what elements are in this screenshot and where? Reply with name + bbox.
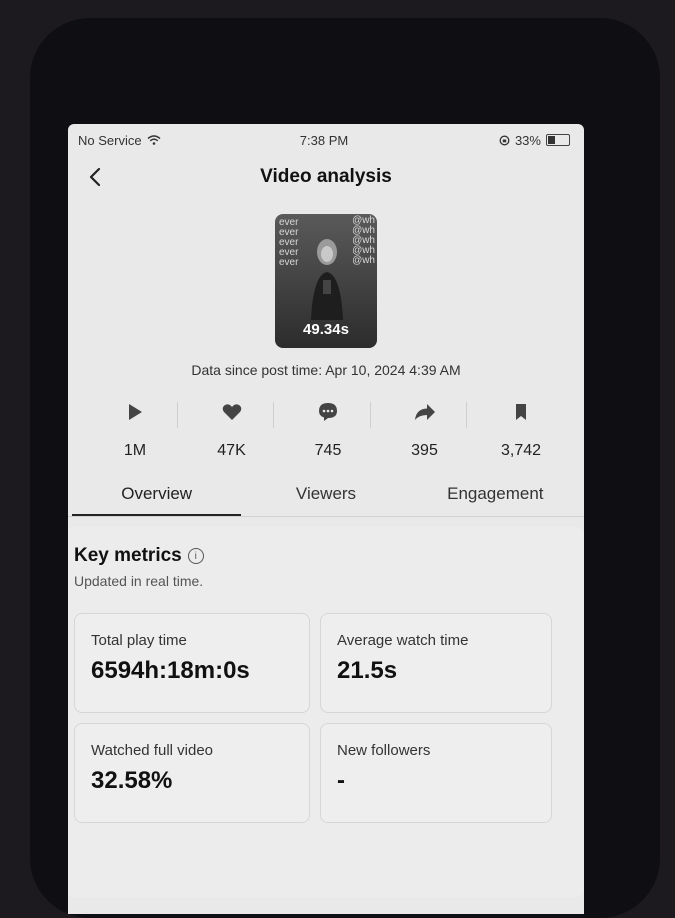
stat-saves: 3,742 <box>466 400 562 460</box>
status-time: 7:38 PM <box>299 132 349 148</box>
battery-percent: 33% <box>514 132 541 148</box>
stat-plays: 1M <box>94 400 176 460</box>
thumbnail-text-left: ever ever ever ever ever <box>279 217 299 268</box>
stat-value: 47K <box>217 442 246 459</box>
tab-engagement[interactable]: Engagement <box>411 484 580 516</box>
nav-bar: Video analysis <box>68 156 584 198</box>
stat-value: 395 <box>411 442 438 459</box>
stats-row: 1M 47K 745 395 3,742 <box>68 400 584 460</box>
key-metrics-header: Key metrics i <box>74 545 576 567</box>
video-thumbnail[interactable]: ever ever ever ever ever @wh @wh @wh @wh @wh 49.… <box>275 214 377 348</box>
metric-value: 6594h:18m:0s <box>91 657 250 684</box>
play-icon <box>129 404 142 420</box>
stat-value: 3,742 <box>500 442 542 459</box>
stat-value: 1M <box>123 442 147 459</box>
metric-new-followers[interactable]: New followers - <box>320 723 552 823</box>
key-metrics-title: Key metrics <box>74 545 182 566</box>
stat-value: 745 <box>314 442 342 459</box>
battery-icon <box>545 134 570 146</box>
orientation-lock-icon <box>499 135 510 145</box>
metric-label: Watched full video <box>91 742 214 759</box>
metric-label: New followers <box>337 742 431 759</box>
thumbnail-text-right: @wh @wh @wh @wh @wh <box>352 215 375 266</box>
stat-likes: 47K <box>176 400 273 460</box>
comment-icon <box>319 403 337 421</box>
tab-viewers[interactable]: Viewers <box>241 484 410 516</box>
metric-watched-full-video[interactable]: Watched full video 32.58% <box>74 723 310 823</box>
metric-value: - <box>337 767 345 794</box>
metrics-grid: Total play time 6594h:18m:0s Average wat… <box>74 613 576 823</box>
data-since-text: Data since post time: Apr 10, 2024 4:39 … <box>191 362 461 378</box>
video-duration: 49.34s <box>303 321 349 338</box>
status-right: 33% <box>420 133 570 148</box>
metric-value: 32.58% <box>91 767 173 794</box>
metric-label: Average watch time <box>337 632 469 649</box>
carrier-label: No Service <box>78 132 142 148</box>
stat-shares: 395 <box>369 400 466 460</box>
person-image <box>311 239 343 320</box>
metric-total-play-time[interactable]: Total play time 6594h:18m:0s <box>74 613 310 713</box>
tab-bar: Overview Viewers Engagement <box>68 484 584 517</box>
wifi-icon <box>147 135 161 145</box>
stat-comments: 745 <box>273 400 369 460</box>
back-button[interactable] <box>82 164 108 190</box>
metric-average-watch-time[interactable]: Average watch time 21.5s <box>320 613 552 713</box>
key-metrics-subtitle: Updated in real time. <box>74 573 204 589</box>
page-title: Video analysis <box>260 166 392 187</box>
share-icon <box>414 404 435 420</box>
metric-label: Total play time <box>91 632 187 649</box>
info-icon[interactable]: i <box>187 548 204 564</box>
bookmark-icon <box>516 404 526 420</box>
status-left: No Service <box>78 133 228 148</box>
chevron-left-icon <box>89 167 101 187</box>
metric-value: 21.5s <box>337 657 398 684</box>
status-bar: No Service 7:38 PM 33% <box>68 124 584 156</box>
heart-icon <box>222 404 241 420</box>
thumbnail-wrap: ever ever ever ever ever @wh @wh @wh @wh @wh 49.… <box>68 214 584 348</box>
tab-overview[interactable]: Overview <box>72 484 242 516</box>
battery-fill <box>547 136 555 144</box>
screen: No Service 7:38 PM 33% Video analysis ev… <box>68 124 584 914</box>
key-metrics-card: Key metrics i Updated in real time. Tota… <box>68 527 584 897</box>
